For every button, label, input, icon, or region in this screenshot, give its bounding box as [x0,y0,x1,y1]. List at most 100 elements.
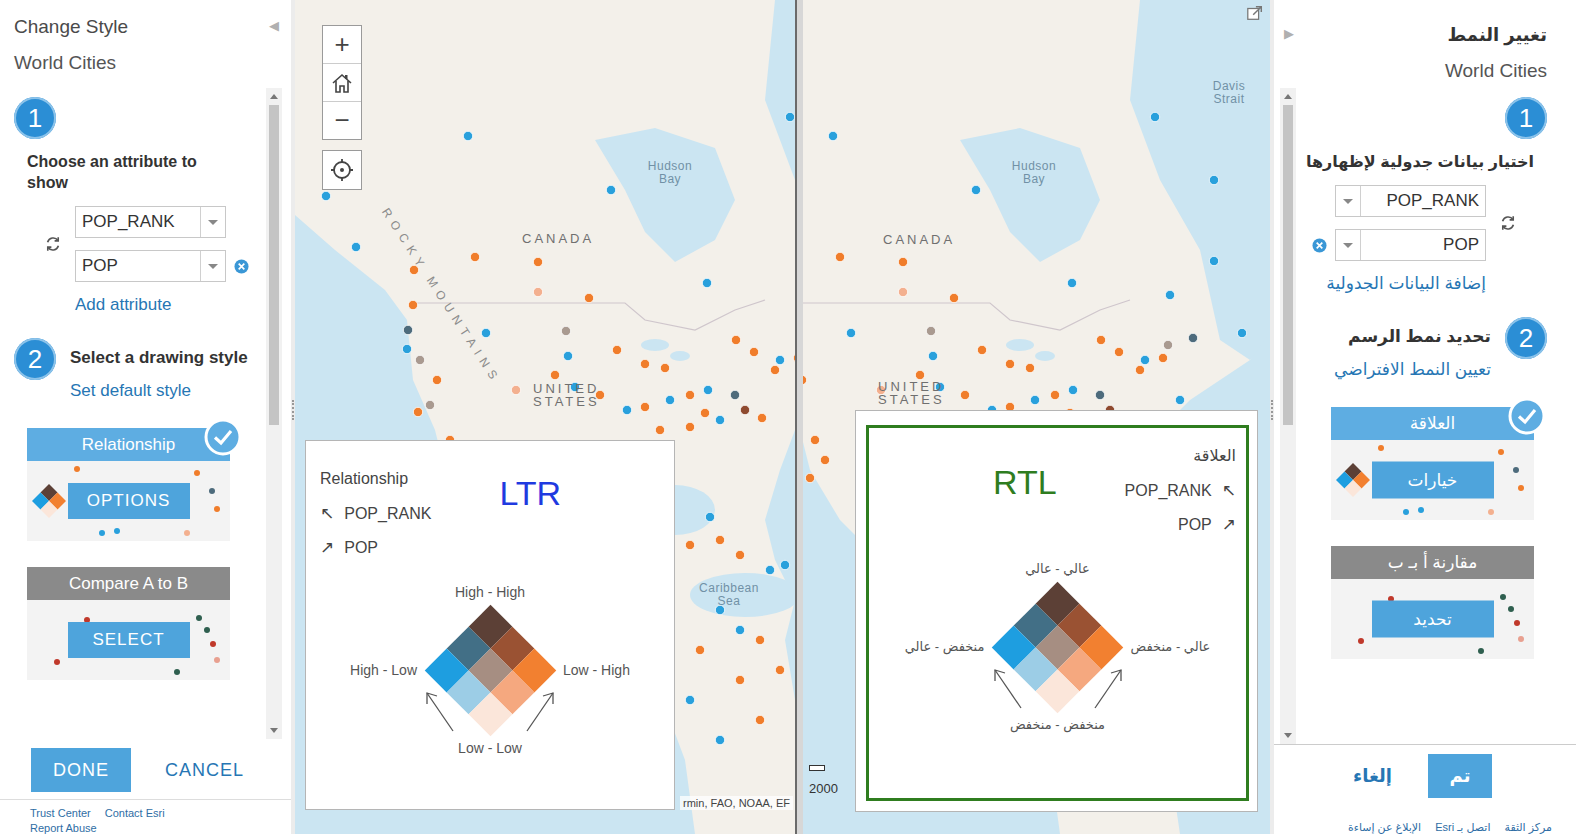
scrollbar[interactable] [1280,88,1296,744]
city-dot[interactable] [749,347,758,356]
city-dot[interactable] [1237,328,1246,337]
splitter-grip-icon[interactable] [292,400,294,420]
city-dot[interactable] [561,326,570,335]
city-dot[interactable] [765,565,774,574]
card-button[interactable]: OPTIONS [68,483,190,519]
city-dot[interactable] [413,407,422,416]
city-dot[interactable] [533,287,542,296]
city-dot[interactable] [805,473,814,482]
scroll-up-icon[interactable] [1284,94,1292,99]
city-dot[interactable] [695,645,704,654]
city-dot[interactable] [715,535,724,544]
city-dot[interactable] [640,402,649,411]
city-dot[interactable] [606,185,615,194]
city-dot[interactable] [563,351,572,360]
cancel-button[interactable]: إلغاء [1353,765,1392,787]
city-dot[interactable] [1140,355,1149,364]
cancel-button[interactable]: CANCEL [165,760,244,781]
city-dot[interactable] [775,355,784,364]
city-dot[interactable] [415,355,424,364]
city-dot[interactable] [685,390,694,399]
style-card[interactable]: العلاقةخيارات [1331,407,1534,520]
city-dot[interactable] [730,390,739,399]
city-dot[interactable] [533,257,542,266]
city-dot[interactable] [470,252,479,261]
city-dot[interactable] [755,715,764,724]
scroll-down-icon[interactable] [270,728,278,733]
city-dot[interactable] [403,325,412,334]
city-dot[interactable] [685,422,694,431]
city-dot[interactable] [463,131,472,140]
scroll-up-icon[interactable] [270,94,278,99]
city-dot[interactable] [735,550,744,559]
city-dot[interactable] [1175,395,1184,404]
default-style-link[interactable]: تعيين النمط الافتراضي [1334,359,1491,381]
city-dot[interactable] [977,345,986,354]
attribute-dropdown[interactable]: POP [75,250,226,282]
map-divider[interactable] [795,0,803,834]
locate-icon[interactable] [329,157,355,183]
city-dot[interactable] [775,665,784,674]
city-dot[interactable] [705,512,714,521]
collapse-button[interactable]: ◀ [269,18,279,33]
locate-button[interactable] [322,150,362,190]
zoom-out-button[interactable]: − [323,102,361,139]
city-dot[interactable] [640,359,649,368]
city-dot[interactable] [702,278,711,287]
city-dot[interactable] [408,300,417,309]
dropdown-caret-icon[interactable] [200,251,225,281]
card-button[interactable]: تحديد [1372,601,1494,638]
city-dot[interactable] [1096,335,1105,344]
card-button[interactable]: خيارات [1372,462,1494,499]
attribute-dropdown[interactable]: POP_RANK [1335,185,1486,217]
expand-icon[interactable] [1246,4,1264,22]
city-dot[interactable] [960,390,969,399]
city-dot[interactable] [810,435,819,444]
city-dot[interactable] [1067,278,1076,287]
done-button[interactable]: تم [1428,754,1492,798]
city-dot[interactable] [703,385,712,394]
splitter[interactable] [1270,0,1274,834]
city-dot[interactable] [770,365,779,374]
city-dot[interactable] [780,560,789,569]
attribute-dropdown[interactable]: POP_RANK [75,206,226,238]
footer-link[interactable]: الإبلاغ عن إساءة [1348,821,1421,834]
map[interactable]: Davis StraitHudson BayCANADAUNITED STATE… [803,0,1270,834]
city-dot[interactable] [715,415,724,424]
city-dot[interactable] [1025,363,1034,372]
city-dot[interactable] [351,242,360,251]
dropdown-caret-icon[interactable] [200,207,225,237]
city-dot[interactable] [700,408,709,417]
city-dot[interactable] [971,185,980,194]
city-dot[interactable] [1158,353,1167,362]
city-dot[interactable] [612,345,621,354]
city-dot[interactable] [1135,365,1144,374]
done-button[interactable]: DONE [31,748,131,792]
city-dot[interactable] [898,257,907,266]
add-attribute-link[interactable]: Add attribute [75,294,266,316]
dropdown-caret-icon[interactable] [1336,186,1361,216]
map[interactable]: Hudson BayCANADAROCKY MOUNTAINSUNITED ST… [295,0,795,834]
city-dot[interactable] [685,540,694,549]
style-card[interactable]: RelationshipOPTIONS [27,428,230,541]
remove-icon[interactable] [1312,238,1327,253]
remove-icon[interactable] [234,259,249,274]
zoom-in-button[interactable]: + [323,26,361,64]
city-dot[interactable] [926,326,935,335]
city-dot[interactable] [785,112,794,121]
scrollbar[interactable] [266,88,282,739]
attribute-dropdown[interactable]: POP [1335,229,1486,261]
city-dot[interactable] [898,287,907,296]
city-dot[interactable] [1114,347,1123,356]
city-dot[interactable] [655,425,664,434]
city-dot[interactable] [425,400,434,409]
city-dot[interactable] [735,675,744,684]
city-dot[interactable] [685,695,694,704]
city-dot[interactable] [915,370,924,379]
city-dot[interactable] [715,735,724,744]
city-dot[interactable] [1005,359,1014,368]
city-dot[interactable] [735,625,744,634]
card-button[interactable]: SELECT [68,622,190,658]
city-dot[interactable] [1209,256,1218,265]
splitter-grip-icon[interactable] [1271,400,1273,420]
